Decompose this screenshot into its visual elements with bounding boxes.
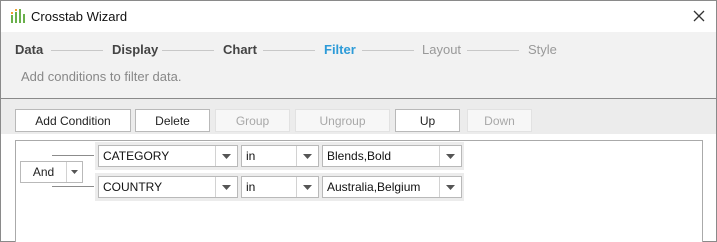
step-separator xyxy=(362,50,414,51)
window-title: Crosstab Wizard xyxy=(31,9,128,24)
crosstab-wizard-dialog: Crosstab Wizard Data Display Chart Filte… xyxy=(0,0,717,242)
dropdown-arrow-icon xyxy=(439,177,461,197)
title-bar: Crosstab Wizard xyxy=(1,1,716,32)
close-button[interactable] xyxy=(688,5,710,27)
operator-dropdown[interactable]: in xyxy=(241,145,319,167)
wizard-steps: Data Display Chart Filter Layout Style A… xyxy=(1,32,716,98)
down-button[interactable]: Down xyxy=(467,109,532,132)
close-icon xyxy=(693,10,705,22)
field-dropdown[interactable]: CATEGORY xyxy=(98,145,238,167)
dropdown-arrow-icon xyxy=(439,146,461,166)
step-data[interactable]: Data xyxy=(15,42,43,57)
field-value: COUNTRY xyxy=(103,180,163,194)
add-condition-button[interactable]: Add Condition xyxy=(15,109,131,132)
condition-row: COUNTRY in Australia,Belgium xyxy=(95,173,464,201)
filter-toolbar: Add Condition Delete Group Ungroup Up Do… xyxy=(1,98,716,134)
logic-operator-dropdown[interactable]: And xyxy=(20,161,83,183)
step-chart[interactable]: Chart xyxy=(223,42,257,57)
dropdown-arrow-icon xyxy=(296,177,318,197)
operator-value: in xyxy=(246,149,256,163)
value-dropdown[interactable]: Blends,Bold xyxy=(322,145,462,167)
step-separator xyxy=(51,50,103,51)
up-button[interactable]: Up xyxy=(395,109,460,132)
ungroup-button[interactable]: Ungroup xyxy=(295,109,390,132)
step-display[interactable]: Display xyxy=(112,42,158,57)
operator-value: in xyxy=(246,180,256,194)
dropdown-arrow-icon xyxy=(66,162,82,182)
step-description: Add conditions to filter data. xyxy=(21,69,182,84)
dropdown-arrow-icon xyxy=(215,146,237,166)
crosstab-wizard-icon xyxy=(11,9,25,23)
logic-operator-value: And xyxy=(32,165,55,179)
step-separator xyxy=(263,50,315,51)
delete-button[interactable]: Delete xyxy=(135,109,210,132)
condition-row: CATEGORY in Blends,Bold xyxy=(95,142,464,170)
field-value: CATEGORY xyxy=(103,149,170,163)
conditions-panel: And CATEGORY in Blends,Bold COUNTRY in A… xyxy=(15,140,703,242)
operator-dropdown[interactable]: in xyxy=(241,176,319,198)
group-button[interactable]: Group xyxy=(215,109,290,132)
connector-bottom xyxy=(52,186,94,187)
step-style[interactable]: Style xyxy=(528,42,557,57)
step-separator xyxy=(162,50,214,51)
value-dropdown[interactable]: Australia,Belgium xyxy=(322,176,462,198)
step-layout[interactable]: Layout xyxy=(422,42,461,57)
condition-value: Australia,Belgium xyxy=(327,180,421,194)
field-dropdown[interactable]: COUNTRY xyxy=(98,176,238,198)
step-filter[interactable]: Filter xyxy=(324,42,356,57)
dropdown-arrow-icon xyxy=(296,146,318,166)
condition-value: Blends,Bold xyxy=(327,149,392,163)
dropdown-arrow-icon xyxy=(215,177,237,197)
step-separator xyxy=(467,50,519,51)
connector-top xyxy=(52,155,94,156)
